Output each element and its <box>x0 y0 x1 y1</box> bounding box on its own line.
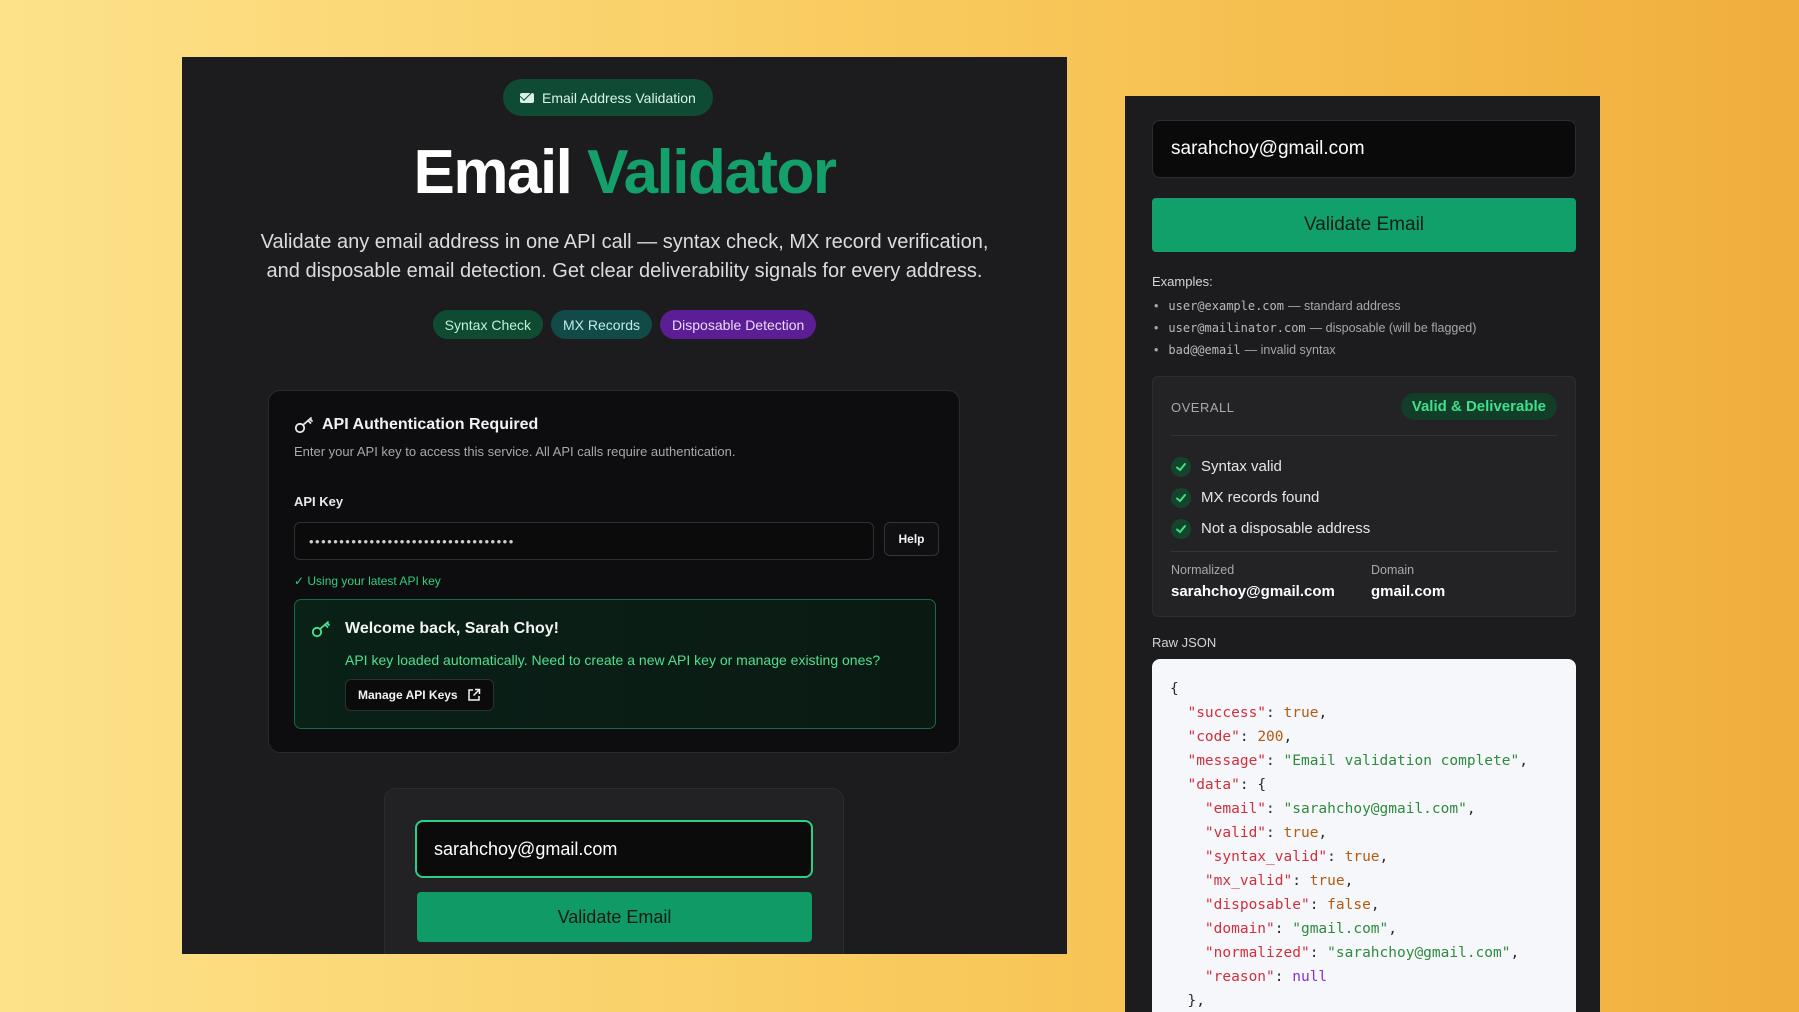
welcome-title: Welcome back, Sarah Choy! <box>345 620 559 637</box>
check-item: MX records found <box>1171 482 1370 513</box>
overall-result-card: OVERALL Valid & Deliverable Syntax valid… <box>1152 376 1576 617</box>
raw-json-label: Raw JSON <box>1152 635 1217 650</box>
check-item: Not a disposable address <box>1171 513 1370 544</box>
normalized-label: Normalized <box>1171 563 1235 577</box>
raw-json-viewer: { "success": true, "code": 200, "message… <box>1152 659 1576 1012</box>
validate-email-button[interactable]: Validate Email <box>417 892 812 942</box>
email-input[interactable]: sarahchoy@gmail.com <box>1152 120 1576 178</box>
divider <box>1171 551 1557 552</box>
example-item[interactable]: user@example.com— standard address <box>1152 295 1476 317</box>
validate-form-card: sarahchoy@gmail.com Validate Email <box>384 788 844 954</box>
auth-header: API Authentication Required <box>294 416 538 434</box>
manage-api-keys-label: Manage API Keys <box>358 688 458 702</box>
api-key-input[interactable]: •••••••••••••••••••••••••••••••••• <box>294 522 874 560</box>
chip-mx-records: MX Records <box>551 310 653 339</box>
welcome-description: API key loaded automatically. Need to cr… <box>345 652 881 668</box>
divider <box>1171 435 1557 436</box>
check-icon <box>1171 518 1191 539</box>
api-key-status: ✓ Using your latest API key <box>294 574 441 588</box>
validation-result-panel: sarahchoy@gmail.com Validate Email Examp… <box>1125 96 1600 1012</box>
badge-label: Email Address Validation <box>542 89 696 106</box>
page-subtitle: Validate any email address in one API ca… <box>260 231 989 282</box>
status-badge: Valid & Deliverable <box>1400 393 1557 420</box>
normalized-value: sarahchoy@gmail.com <box>1171 583 1335 600</box>
manage-api-keys-button[interactable]: Manage API Keys <box>345 679 494 711</box>
help-button[interactable]: Help <box>884 522 939 556</box>
key-icon <box>294 417 313 434</box>
envelope-icon <box>520 92 534 103</box>
page-category-badge: Email Address Validation <box>503 79 713 116</box>
feature-chips: Syntax Check MX Records Disposable Detec… <box>182 310 1067 339</box>
email-input[interactable]: sarahchoy@gmail.com <box>415 820 813 878</box>
check-icon <box>1171 456 1191 477</box>
example-item[interactable]: user@mailinator.com— disposable (will be… <box>1152 317 1476 339</box>
welcome-banner: Welcome back, Sarah Choy! API key loaded… <box>294 599 936 729</box>
validate-email-button[interactable]: Validate Email <box>1152 198 1576 252</box>
key-icon <box>311 621 330 638</box>
examples-label: Examples: <box>1152 274 1213 289</box>
chip-disposable-detection: Disposable Detection <box>660 310 817 339</box>
api-auth-card: API Authentication Required Enter your A… <box>268 390 960 753</box>
check-item: Syntax valid <box>1171 451 1370 482</box>
overall-label: OVERALL <box>1171 400 1235 415</box>
validator-main-panel: Email Address Validation Email Validator… <box>182 57 1067 954</box>
chip-syntax-check: Syntax Check <box>432 310 544 339</box>
page-title: Email Validator <box>413 138 837 207</box>
domain-label: Domain <box>1371 563 1415 577</box>
examples-list: user@example.com— standard address user@… <box>1152 295 1476 361</box>
domain-value: gmail.com <box>1371 583 1446 600</box>
auth-description: Enter your API key to access this servic… <box>294 444 736 459</box>
check-list: Syntax valid MX records found Not a disp… <box>1171 451 1370 544</box>
auth-title: API Authentication Required <box>322 416 539 433</box>
check-icon <box>1171 487 1191 508</box>
external-link-icon <box>467 688 480 701</box>
example-item[interactable]: bad@@email— invalid syntax <box>1152 339 1476 361</box>
api-key-label: API Key <box>294 494 344 509</box>
